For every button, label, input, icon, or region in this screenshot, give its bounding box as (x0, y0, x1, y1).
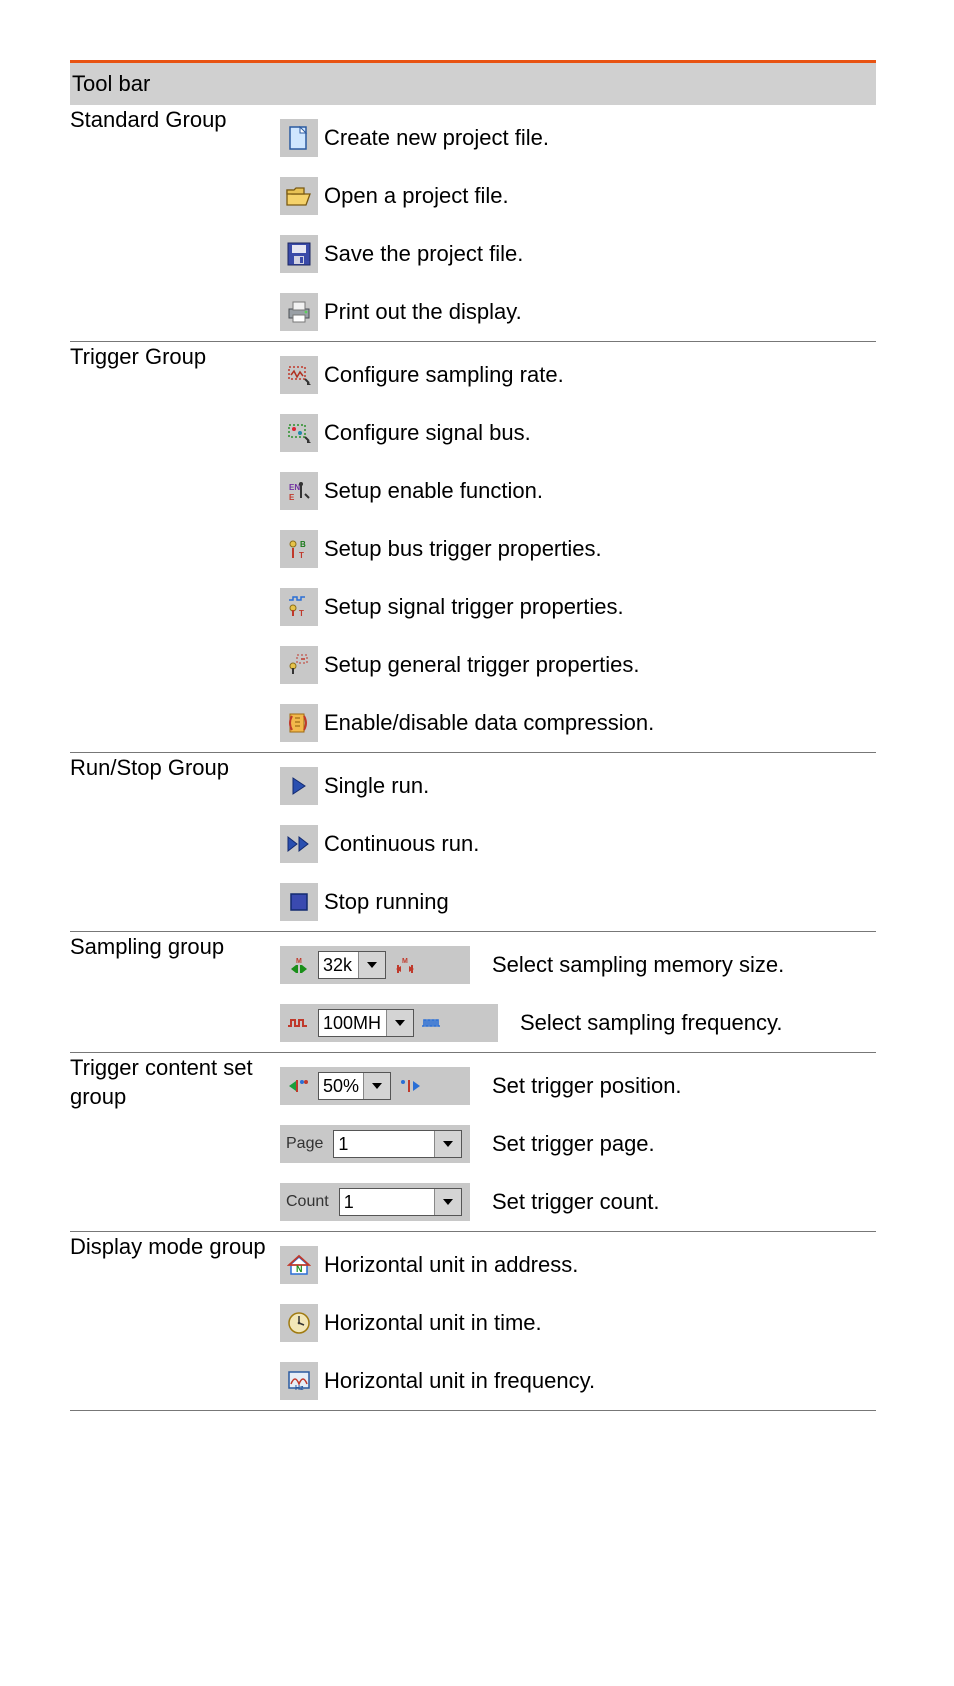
svg-text:Hz: Hz (295, 1385, 304, 1392)
svg-text:E: E (289, 493, 295, 502)
frequency-high-icon[interactable] (418, 1008, 448, 1038)
unit-address-icon[interactable]: N (280, 1246, 318, 1284)
section-title: Tool bar (72, 71, 150, 96)
unit-frequency-icon[interactable]: Hz (280, 1362, 318, 1400)
continuous-run-icon[interactable] (280, 825, 318, 863)
svg-text:EN: EN (289, 483, 300, 492)
item-desc: Save the project file. (324, 240, 523, 268)
unit-time-icon[interactable] (280, 1304, 318, 1342)
item-desc: Continuous run. (324, 830, 479, 858)
count-label: Count (284, 1193, 335, 1211)
item-desc: Create new project file. (324, 124, 549, 152)
item-desc: Configure sampling rate. (324, 361, 564, 389)
group-label-triggercontent: Trigger content set group (70, 1055, 253, 1109)
item-desc: Open a project file. (324, 182, 509, 210)
item-desc: Setup bus trigger properties. (324, 535, 602, 563)
dropdown-arrow-icon[interactable] (364, 1073, 390, 1099)
trigger-count-control: Count 1 (280, 1183, 470, 1221)
item-desc: Set trigger page. (476, 1130, 876, 1158)
stop-icon[interactable] (280, 883, 318, 921)
item-desc: Single run. (324, 772, 429, 800)
trigger-position-dropdown[interactable]: 50% (318, 1072, 391, 1100)
new-file-icon[interactable] (280, 119, 318, 157)
toolbar-table: Standard Group Create new project file. … (70, 105, 876, 1411)
frequency-low-icon[interactable] (284, 1008, 314, 1038)
svg-text:B: B (300, 540, 306, 549)
save-file-icon[interactable] (280, 235, 318, 273)
item-desc: Setup signal trigger properties. (324, 593, 624, 621)
trigger-page-value: 1 (334, 1131, 435, 1157)
trigger-pos-left-icon[interactable] (284, 1071, 314, 1101)
item-desc: Set trigger position. (476, 1072, 876, 1100)
print-icon[interactable] (280, 293, 318, 331)
item-desc: Select sampling frequency. (504, 1009, 876, 1037)
general-trigger-icon[interactable] (280, 646, 318, 684)
dropdown-arrow-icon[interactable] (435, 1131, 461, 1157)
item-desc: Setup general trigger properties. (324, 651, 640, 679)
signal-trigger-icon[interactable]: T (280, 588, 318, 626)
dropdown-arrow-icon[interactable] (387, 1010, 413, 1036)
item-desc: Enable/disable data compression. (324, 709, 654, 737)
item-desc: Horizontal unit in frequency. (324, 1367, 595, 1395)
page-label: Page (284, 1135, 329, 1153)
svg-text:T: T (299, 551, 304, 560)
dropdown-arrow-icon[interactable] (435, 1189, 461, 1215)
frequency-dropdown[interactable]: 100MH (318, 1009, 414, 1037)
memory-size-control: M 32k M (280, 946, 470, 984)
frequency-value: 100MH (319, 1010, 387, 1036)
item-desc: Select sampling memory size. (476, 951, 876, 979)
group-label-runstop: Run/Stop Group (70, 755, 229, 780)
item-desc: Setup enable function. (324, 477, 543, 505)
group-label-sampling: Sampling group (70, 934, 224, 959)
open-file-icon[interactable] (280, 177, 318, 215)
trigger-page-dropdown[interactable]: 1 (333, 1130, 462, 1158)
group-label-standard: Standard Group (70, 107, 227, 132)
item-desc: Configure signal bus. (324, 419, 531, 447)
item-desc: Stop running (324, 888, 449, 916)
separator (70, 1410, 876, 1411)
trigger-position-control: 50% (280, 1067, 470, 1105)
trigger-count-value: 1 (340, 1189, 435, 1215)
item-desc: Print out the display. (324, 298, 522, 326)
group-label-trigger: Trigger Group (70, 344, 206, 369)
trigger-count-dropdown[interactable]: 1 (339, 1188, 462, 1216)
section-header: Tool bar (70, 63, 876, 105)
frequency-control: 100MH (280, 1004, 498, 1042)
svg-text:M: M (296, 958, 302, 965)
dropdown-arrow-icon[interactable] (359, 952, 385, 978)
memory-size-value: 32k (319, 952, 359, 978)
memory-increase-icon[interactable]: M (390, 950, 420, 980)
trigger-pos-right-icon[interactable] (395, 1071, 425, 1101)
item-desc: Set trigger count. (476, 1188, 876, 1216)
memory-decrease-icon[interactable]: M (284, 950, 314, 980)
svg-text:N: N (296, 1264, 303, 1274)
signal-bus-icon[interactable] (280, 414, 318, 452)
enable-function-icon[interactable]: ENE (280, 472, 318, 510)
item-desc: Horizontal unit in time. (324, 1309, 542, 1337)
sampling-rate-icon[interactable] (280, 356, 318, 394)
item-desc: Horizontal unit in address. (324, 1251, 578, 1279)
single-run-icon[interactable] (280, 767, 318, 805)
svg-text:T: T (299, 609, 304, 618)
group-label-display: Display mode group (70, 1234, 266, 1259)
trigger-position-value: 50% (319, 1073, 364, 1099)
svg-text:M: M (402, 958, 408, 965)
data-compression-icon[interactable] (280, 704, 318, 742)
bus-trigger-icon[interactable]: BT (280, 530, 318, 568)
memory-size-dropdown[interactable]: 32k (318, 951, 386, 979)
trigger-page-control: Page 1 (280, 1125, 470, 1163)
